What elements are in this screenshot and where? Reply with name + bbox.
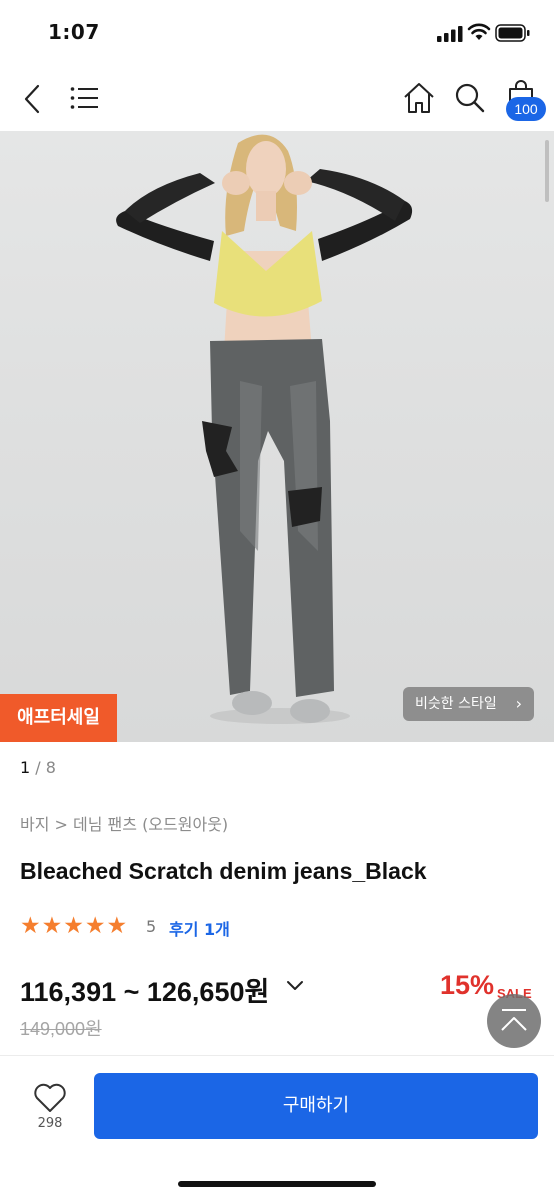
status-time: 1:07 <box>48 20 100 44</box>
rating-value: 5 <box>146 917 157 936</box>
star-icon: ★ <box>106 913 128 939</box>
cellular-signal-icon <box>437 26 463 42</box>
chevron-down-icon[interactable] <box>286 980 304 992</box>
product-photo <box>116 134 413 724</box>
star-icon: ★ <box>41 913 63 939</box>
status-bar: 1:07 <box>0 0 554 64</box>
image-pager: 1 / 8 <box>20 758 56 777</box>
scroll-indicator <box>545 140 549 202</box>
pager-current: 1 <box>20 758 31 777</box>
star-icon: ★ <box>84 913 106 939</box>
scroll-to-top-button[interactable] <box>487 994 541 1048</box>
similar-style-label: 비슷한 스타일 <box>415 696 497 712</box>
rating-stars: ★ ★ ★ ★ ★ <box>20 914 128 938</box>
buy-button[interactable]: 구매하기 <box>94 1073 538 1139</box>
like-count: 298 <box>37 1116 63 1131</box>
heart-icon[interactable] <box>33 1083 67 1113</box>
wifi-icon <box>467 23 491 40</box>
review-count-link[interactable]: 후기 1개 <box>169 916 230 940</box>
top-nav <box>0 64 554 132</box>
original-price: 149,000원 <box>20 1019 102 1039</box>
star-icon: ★ <box>63 913 84 939</box>
pager-total: / 8 <box>35 758 56 777</box>
search-icon[interactable] <box>455 83 485 113</box>
price-range[interactable]: 116,391 ~ 126,650원 <box>20 970 269 1009</box>
star-icon: ★ <box>20 913 41 939</box>
chevron-right-icon: › <box>515 694 522 713</box>
home-icon[interactable] <box>403 82 435 114</box>
battery-icon <box>495 24 530 42</box>
after-sale-tag: 애프터세일 <box>0 694 117 742</box>
cart-count-badge[interactable]: 100 <box>506 97 546 121</box>
similar-style-button[interactable]: 비슷한 스타일 › <box>403 687 534 721</box>
home-indicator <box>178 1181 376 1187</box>
breadcrumb[interactable]: 바지 > 데님 팬츠 (오드원아웃) <box>20 811 228 835</box>
back-icon[interactable] <box>22 84 42 114</box>
arrow-up-icon <box>501 1009 527 1031</box>
product-title: Bleached Scratch denim jeans_Black <box>20 858 427 884</box>
discount-percent: 15% <box>440 970 495 1000</box>
product-image-gallery[interactable] <box>0 131 554 742</box>
menu-list-icon[interactable] <box>70 86 100 110</box>
